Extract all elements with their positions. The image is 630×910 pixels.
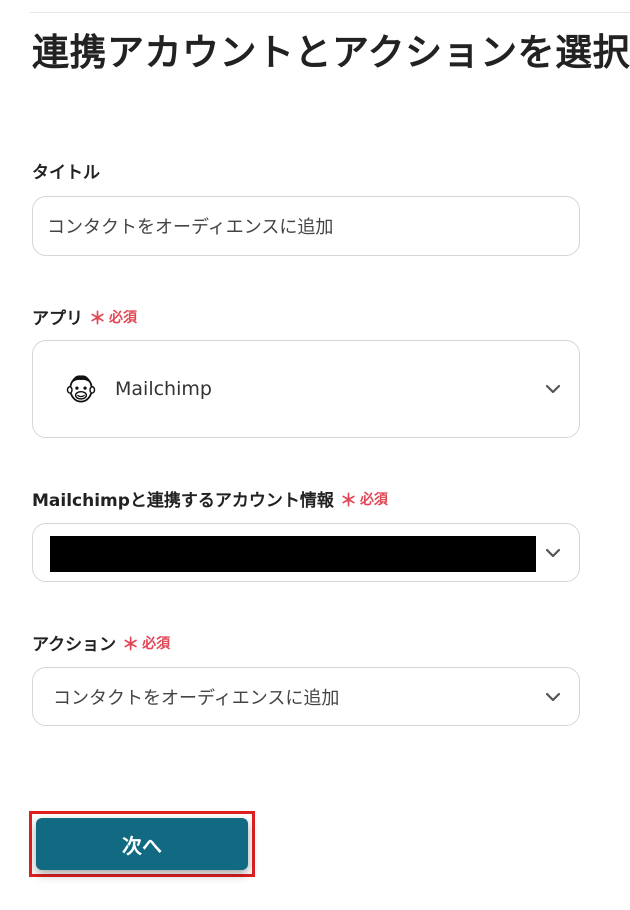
- action-label-text: アクション: [32, 635, 117, 655]
- chevron-down-icon: [545, 384, 561, 394]
- chevron-down-icon: [545, 548, 561, 557]
- account-field-label: Mailchimpと連携するアカウント情報 ＊ 必須: [32, 486, 388, 511]
- required-asterisk: ＊: [89, 309, 106, 329]
- chevron-down-icon: [545, 692, 561, 701]
- required-asterisk: ＊: [122, 635, 140, 655]
- app-label-text: アプリ: [32, 309, 83, 329]
- title-field-label: タイトル: [32, 158, 100, 183]
- required-text: 必須: [359, 491, 388, 508]
- action-select-value: コンタクトをオーディエンスに追加: [53, 687, 340, 709]
- title-input-value: コンタクトをオーディエンスに追加: [47, 217, 334, 238]
- action-select[interactable]: コンタクトをオーディエンスに追加: [32, 667, 580, 726]
- account-select[interactable]: [32, 523, 580, 582]
- top-divider: [30, 12, 630, 13]
- app-select[interactable]: Mailchimp: [32, 340, 580, 438]
- page: 連携アカウントとアクションを選択 タイトル コンタクトをオーディエンスに追加 ア…: [0, 0, 630, 910]
- title-input[interactable]: コンタクトをオーディエンスに追加: [32, 196, 580, 256]
- required-text: 必須: [142, 635, 171, 652]
- required-asterisk: ＊: [339, 491, 357, 511]
- mailchimp-logo-icon: [66, 375, 96, 403]
- action-field-label: アクション ＊ 必須: [32, 630, 170, 655]
- title-label-text: タイトル: [32, 163, 100, 183]
- app-select-value: Mailchimp: [115, 378, 212, 400]
- next-button[interactable]: 次へ: [36, 818, 248, 870]
- redacted-account-value: [50, 536, 536, 572]
- page-title: 連携アカウントとアクションを選択: [32, 31, 630, 74]
- account-label-text: Mailchimpと連携するアカウント情報: [32, 491, 334, 511]
- app-field-label: アプリ ＊ 必須: [32, 304, 137, 329]
- required-text: 必須: [109, 309, 137, 326]
- next-button-highlight: 次へ: [29, 811, 255, 877]
